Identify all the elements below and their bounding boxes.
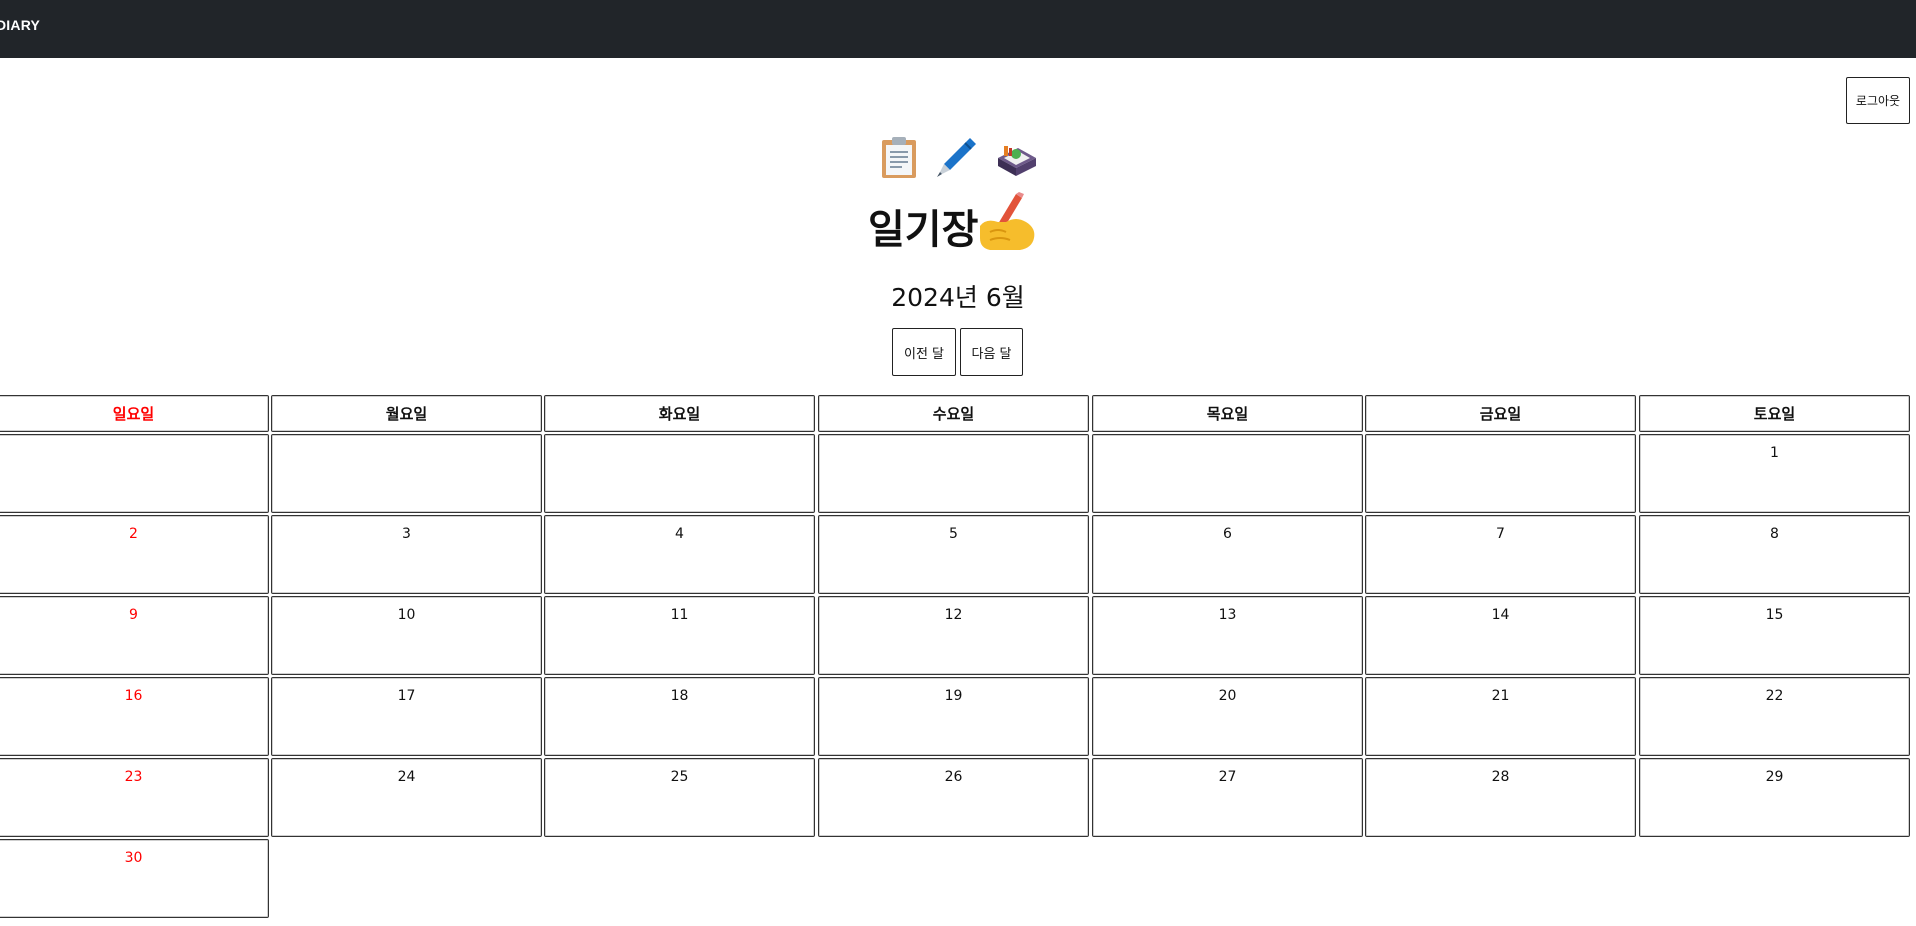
day-cell[interactable]: 9 (0, 596, 269, 675)
notebox-icon (998, 146, 1036, 176)
weekday-header: 금요일 (1365, 395, 1636, 432)
day-number: 2 (129, 526, 138, 542)
day-cell[interactable]: 23 (0, 758, 269, 837)
day-number: 18 (670, 688, 689, 704)
weekday-header: 월요일 (271, 395, 542, 432)
day-number: 8 (1770, 526, 1779, 542)
header-icon-row (876, 134, 1041, 182)
empty-day-cell (271, 434, 542, 513)
weekday-header: 토요일 (1639, 395, 1910, 432)
day-cell[interactable]: 1 (1639, 434, 1910, 513)
day-cell[interactable]: 2 (0, 515, 269, 594)
day-cell[interactable]: 24 (271, 758, 542, 837)
day-cell[interactable]: 12 (818, 596, 1089, 675)
day-cell[interactable]: 11 (544, 596, 815, 675)
page-title: 일기장 (868, 207, 979, 253)
day-cell[interactable]: 10 (271, 596, 542, 675)
day-number: 20 (1218, 688, 1237, 704)
weekday-header: 수요일 (818, 395, 1089, 432)
day-number: 5 (949, 526, 958, 542)
day-cell[interactable]: 28 (1365, 758, 1636, 837)
empty-day-cell (544, 434, 815, 513)
day-cell[interactable]: 27 (1092, 758, 1363, 837)
day-cell[interactable]: 13 (1092, 596, 1363, 675)
clipboard-icon (882, 137, 916, 178)
day-cell[interactable]: 7 (1365, 515, 1636, 594)
next-month-button[interactable]: 다음 달 (960, 328, 1023, 376)
brand-logo-text[interactable]: DIARY (0, 17, 40, 33)
day-cell[interactable]: 21 (1365, 677, 1636, 756)
day-cell[interactable]: 29 (1639, 758, 1910, 837)
day-cell[interactable]: 18 (544, 677, 815, 756)
day-number: 15 (1765, 607, 1784, 623)
weekday-header: 일요일 (0, 395, 269, 432)
day-number: 1 (1770, 445, 1779, 461)
day-cell[interactable]: 17 (271, 677, 542, 756)
day-number: 16 (124, 688, 143, 704)
day-cell[interactable]: 25 (544, 758, 815, 837)
current-month-text: 2024년 6월 (891, 283, 1025, 312)
writing-hand-icon (980, 192, 1035, 250)
empty-day-cell (1365, 434, 1636, 513)
top-navbar: DIARY (0, 0, 1916, 58)
day-cell[interactable]: 14 (1365, 596, 1636, 675)
day-number: 19 (944, 688, 963, 704)
day-cell[interactable]: 3 (271, 515, 542, 594)
day-cell[interactable]: 6 (1092, 515, 1363, 594)
day-cell[interactable]: 20 (1092, 677, 1363, 756)
day-number: 28 (1491, 769, 1510, 785)
day-number: 25 (670, 769, 689, 785)
logout-button[interactable]: 로그아웃 (1846, 77, 1910, 124)
day-number: 30 (124, 850, 143, 866)
day-cell[interactable]: 19 (818, 677, 1089, 756)
day-number: 14 (1491, 607, 1510, 623)
weekday-header: 화요일 (544, 395, 815, 432)
day-cell[interactable]: 15 (1639, 596, 1910, 675)
day-number: 27 (1218, 769, 1237, 785)
day-number: 17 (397, 688, 416, 704)
day-number: 23 (124, 769, 143, 785)
day-number: 3 (402, 526, 411, 542)
empty-day-cell (1092, 434, 1363, 513)
day-cell[interactable]: 8 (1639, 515, 1910, 594)
current-month-label: 2024년 6월 (0, 278, 1916, 314)
day-cell[interactable]: 22 (1639, 677, 1910, 756)
day-number: 12 (944, 607, 963, 623)
day-number: 9 (129, 607, 138, 623)
day-number: 24 (397, 769, 416, 785)
day-cell[interactable]: 5 (818, 515, 1089, 594)
day-cell[interactable]: 4 (544, 515, 815, 594)
day-number: 26 (944, 769, 963, 785)
weekday-header: 목요일 (1092, 395, 1363, 432)
day-number: 4 (675, 526, 684, 542)
day-number: 22 (1765, 688, 1784, 704)
day-number: 7 (1496, 526, 1505, 542)
empty-day-cell (0, 434, 269, 513)
pen-icon (937, 138, 976, 177)
day-number: 11 (670, 607, 689, 623)
day-number: 6 (1223, 526, 1232, 542)
empty-day-cell (818, 434, 1089, 513)
day-number: 10 (397, 607, 416, 623)
day-number: 21 (1491, 688, 1510, 704)
day-cell[interactable]: 30 (0, 839, 269, 918)
day-cell[interactable]: 26 (818, 758, 1089, 837)
day-cell[interactable]: 16 (0, 677, 269, 756)
day-number: 13 (1218, 607, 1237, 623)
day-number: 29 (1765, 769, 1784, 785)
prev-month-button[interactable]: 이전 달 (892, 328, 956, 376)
